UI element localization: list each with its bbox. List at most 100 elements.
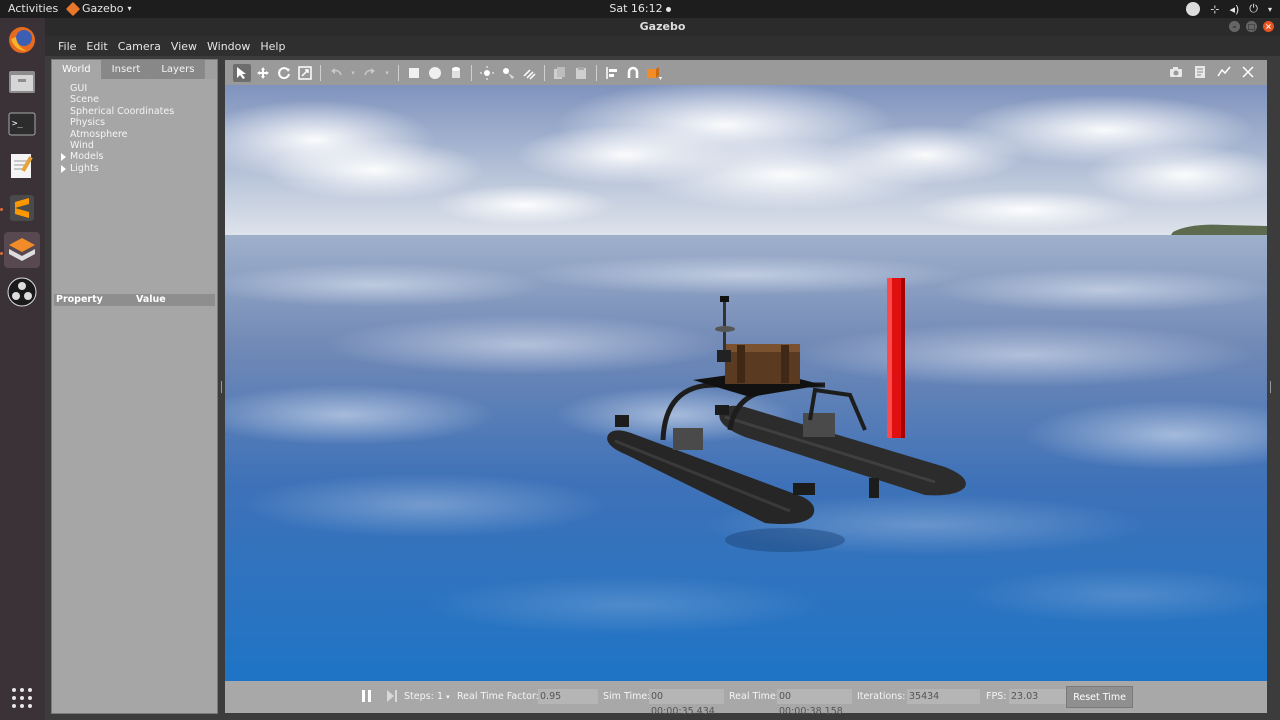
obs-tray-icon[interactable] (1186, 2, 1201, 16)
window-title: Gazebo (639, 20, 686, 33)
log-icon[interactable] (1191, 63, 1209, 81)
terminal-icon: >_ (8, 112, 36, 136)
spot-light-icon[interactable] (499, 64, 517, 82)
view-angle-icon[interactable]: ▾ (645, 64, 663, 82)
maximize-button[interactable]: □ (1246, 21, 1257, 32)
menu-camera[interactable]: Camera (113, 40, 166, 53)
pause-button[interactable] (361, 689, 373, 706)
toolbar-separator (320, 64, 321, 81)
tree-item-spherical-coordinates[interactable]: Spherical Coordinates (52, 106, 217, 117)
close-button[interactable]: × (1263, 21, 1274, 32)
plot-icon[interactable] (1215, 63, 1233, 81)
tree-item-physics[interactable]: Physics (52, 117, 217, 128)
select-arrow-icon[interactable] (233, 63, 251, 82)
fps-value: 23.03 (1009, 689, 1069, 704)
dock-obs[interactable] (4, 274, 40, 310)
box-icon[interactable] (405, 64, 423, 82)
pause-icon (362, 690, 371, 702)
notification-dot-icon (665, 6, 671, 12)
undo-history-icon[interactable]: ▾ (348, 64, 358, 82)
tree-item-atmosphere[interactable]: Atmosphere (52, 129, 217, 140)
tree-item-scene[interactable]: Scene (52, 94, 217, 105)
property-header: Property Value (54, 294, 215, 306)
world-panel: World Insert Layers GUI Scene Spherical … (51, 59, 218, 714)
tree-item-lights[interactable]: Lights (52, 163, 217, 174)
dock-sublime[interactable] (4, 190, 40, 226)
align-icon[interactable] (603, 64, 621, 82)
point-light-icon[interactable] (478, 64, 496, 82)
clock[interactable]: Sat 16:12 (0, 2, 1280, 15)
clock-label: Sat 16:12 (609, 2, 663, 15)
directional-light-icon[interactable] (520, 64, 538, 82)
dock-show-apps[interactable] (4, 680, 40, 716)
panel-splitter[interactable] (219, 59, 224, 714)
dock: >_ (0, 18, 45, 720)
sublime-icon (10, 195, 34, 221)
tab-insert[interactable]: Insert (101, 60, 152, 79)
sphere-icon[interactable] (426, 64, 444, 82)
world-tree: GUI Scene Spherical Coordinates Physics … (52, 83, 217, 174)
undo-icon[interactable] (327, 64, 345, 82)
splitter-handle-icon (221, 381, 222, 393)
toolbar: ▾ ▾ ▾ (225, 60, 1267, 85)
menu-help[interactable]: Help (255, 40, 290, 53)
scale-icon[interactable] (296, 64, 314, 82)
gazebo-icon (9, 238, 35, 261)
network-icon[interactable]: ⊹ (1210, 3, 1219, 16)
redo-icon[interactable] (361, 64, 379, 82)
apps-grid-icon (12, 688, 32, 708)
power-icon[interactable]: ⏻ (1249, 2, 1258, 16)
system-tray[interactable]: ⊹ ◂) ⏻ ▾ (1186, 2, 1272, 16)
tree-item-label: GUI (70, 83, 88, 94)
toolbar-separator (471, 64, 472, 81)
menu-edit[interactable]: Edit (81, 40, 112, 53)
chevron-down-icon: ▾ (446, 693, 450, 701)
firefox-icon (9, 27, 35, 53)
dock-gazebo[interactable] (4, 232, 40, 268)
text-editor-icon (11, 154, 33, 178)
screenshot-icon[interactable] (1167, 63, 1185, 81)
rotate-icon[interactable] (275, 64, 293, 82)
window-title-bar[interactable]: Gazebo – □ × (45, 18, 1280, 36)
minimize-button[interactable]: – (1229, 21, 1240, 32)
volume-icon[interactable]: ◂) (1229, 3, 1239, 16)
redo-history-icon[interactable]: ▾ (382, 64, 392, 82)
tree-item-gui[interactable]: GUI (52, 83, 217, 94)
dock-firefox[interactable] (4, 22, 40, 58)
translate-icon[interactable] (254, 64, 272, 82)
dock-text-editor[interactable] (4, 148, 40, 184)
video-icon[interactable] (1239, 63, 1257, 81)
tab-layers[interactable]: Layers (151, 60, 206, 79)
red-buoy-pole (887, 278, 905, 438)
value-column-header[interactable]: Value (136, 294, 166, 306)
reset-time-button[interactable]: Reset Time (1066, 686, 1133, 708)
expand-arrow-icon[interactable] (61, 164, 66, 173)
tree-item-wind[interactable]: Wind (52, 140, 217, 151)
iterations-value: 35434 (907, 689, 980, 704)
expand-arrow-icon[interactable] (61, 153, 66, 162)
toolbar-separator (544, 64, 545, 81)
cylinder-icon[interactable] (447, 64, 465, 82)
tab-world[interactable]: World (52, 60, 102, 79)
menu-view[interactable]: View (166, 40, 202, 53)
step-button[interactable] (386, 689, 398, 706)
property-column-header[interactable]: Property (56, 294, 103, 306)
copy-icon[interactable] (551, 64, 569, 82)
dock-terminal[interactable]: >_ (4, 106, 40, 142)
step-forward-icon (387, 690, 397, 702)
tree-item-label: Lights (70, 162, 99, 174)
menu-window[interactable]: Window (202, 40, 255, 53)
3d-viewport[interactable] (225, 85, 1267, 681)
menu-file[interactable]: File (53, 40, 81, 53)
dock-files[interactable] (4, 64, 40, 100)
scene-render (225, 85, 1267, 681)
steps-spinner[interactable]: 1 ▾ (437, 691, 450, 702)
tree-item-models[interactable]: Models (52, 151, 217, 162)
sim-time-label: Sim Time: (603, 691, 651, 702)
snap-icon[interactable] (624, 64, 642, 82)
svg-text:▾: ▾ (659, 75, 662, 80)
tree-item-label: Wind (70, 140, 94, 152)
svg-text:>_: >_ (12, 119, 23, 129)
chevron-down-icon[interactable]: ▾ (1268, 5, 1272, 14)
paste-icon[interactable] (572, 64, 590, 82)
